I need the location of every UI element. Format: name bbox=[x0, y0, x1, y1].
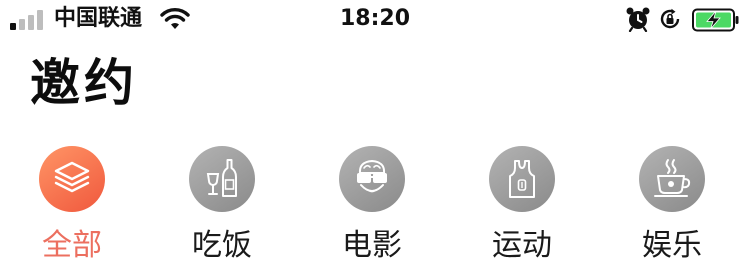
category-label: 运动 bbox=[492, 228, 552, 263]
category-sports-circle[interactable] bbox=[489, 146, 555, 212]
page-title: 邀约 bbox=[30, 54, 138, 112]
category-all-circle[interactable] bbox=[39, 146, 105, 212]
category-movie-circle[interactable] bbox=[339, 146, 405, 212]
layers-icon bbox=[54, 161, 90, 193]
category-dining[interactable]: 吃饭 bbox=[157, 138, 287, 278]
category-entertainment[interactable]: 娱乐 bbox=[607, 138, 737, 278]
wifi-icon bbox=[160, 8, 190, 29]
category-label: 娱乐 bbox=[642, 228, 702, 263]
category-sports[interactable]: 运动 bbox=[457, 138, 587, 278]
screen: 中国联通 18:20 邀约 全部 吃饭 电影 运动 娱乐 bbox=[0, 0, 750, 280]
wine-icon bbox=[206, 159, 237, 197]
carrier-name: 中国联通 bbox=[54, 6, 143, 31]
category-dining-circle[interactable] bbox=[189, 146, 255, 212]
category-label: 全部 bbox=[42, 228, 102, 263]
jersey-icon bbox=[509, 160, 535, 198]
category-label: 电影 bbox=[342, 228, 402, 263]
category-all[interactable]: 全部 bbox=[7, 138, 137, 278]
battery-charging-icon bbox=[692, 8, 739, 32]
alarm-icon bbox=[626, 7, 650, 32]
coffee-cup-icon bbox=[654, 159, 691, 197]
category-tabs: 全部 吃饭 电影 运动 娱乐 bbox=[0, 138, 750, 278]
category-label: 吃饭 bbox=[192, 228, 252, 263]
signal-icon bbox=[10, 10, 43, 30]
status-bar: 中国联通 18:20 bbox=[0, 0, 750, 40]
category-entertainment-circle[interactable] bbox=[639, 146, 705, 212]
rotation-lock-icon bbox=[660, 8, 680, 29]
3d-glasses-icon bbox=[357, 160, 387, 193]
category-movie[interactable]: 电影 bbox=[307, 138, 437, 278]
